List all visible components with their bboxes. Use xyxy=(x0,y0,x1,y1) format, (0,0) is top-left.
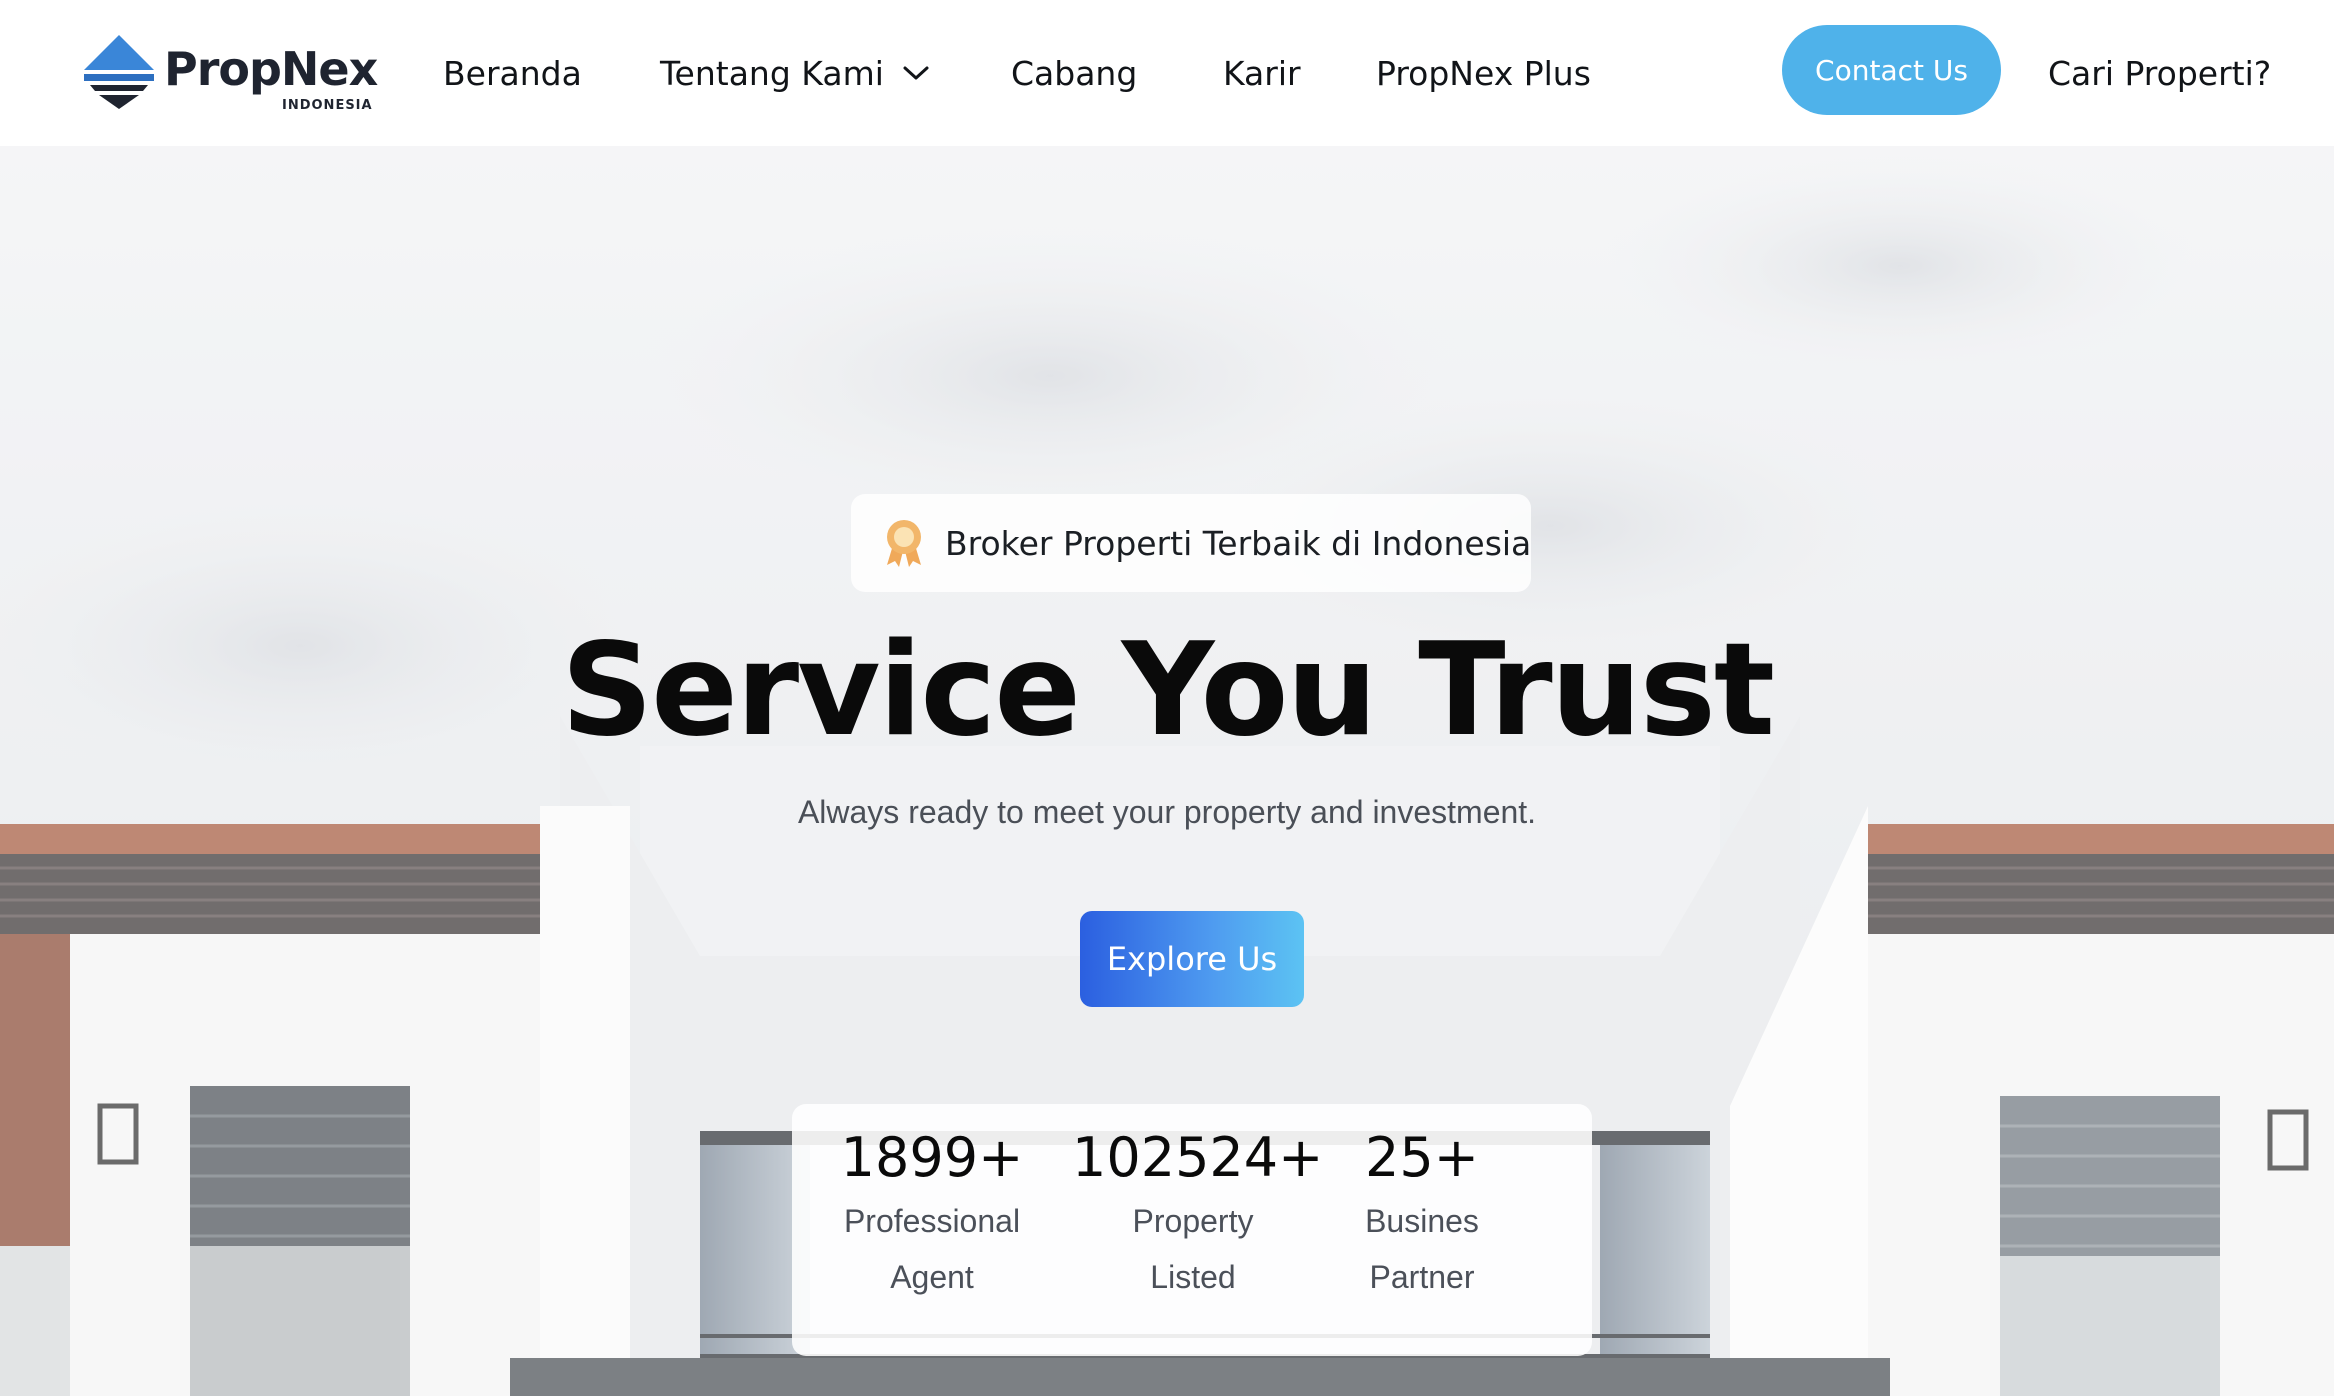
explore-us-button[interactable]: Explore Us xyxy=(1080,911,1304,1007)
nav-cabang[interactable]: Cabang xyxy=(1011,54,1137,93)
stat-label-line1: Property xyxy=(1132,1203,1254,1239)
propnex-logo[interactable]: PropNex INDONESIA xyxy=(82,28,382,114)
nav-tentang-kami[interactable]: Tentang Kami xyxy=(660,54,930,93)
navbar: PropNex INDONESIA Beranda Tentang Kami C… xyxy=(0,0,2334,146)
cari-properti-link[interactable]: Cari Properti? xyxy=(2048,0,2271,146)
stat-business-partner: 25+ Busines Partner xyxy=(1332,1104,1512,1356)
nav-propnex-plus[interactable]: PropNex Plus xyxy=(1376,54,1591,93)
stat-label-line1: Busines xyxy=(1365,1203,1479,1239)
nav-beranda-label: Beranda xyxy=(443,53,582,93)
nav-propnex-plus-label: PropNex Plus xyxy=(1376,53,1591,93)
award-ribbon-icon xyxy=(883,517,925,569)
hero-section: Broker Properti Terbaik di Indonesia Ser… xyxy=(0,146,2334,1396)
stat-label-line2: Agent xyxy=(890,1259,974,1295)
award-badge-text: Broker Properti Terbaik di Indonesia xyxy=(945,523,1532,563)
nav-karir[interactable]: Karir xyxy=(1223,54,1301,93)
stat-professional-agent: 1899+ Professional Agent xyxy=(812,1104,1052,1356)
hero-subheadline: Always ready to meet your property and i… xyxy=(797,794,1537,830)
propnex-diamond-icon xyxy=(84,35,154,109)
nav-cabang-label: Cabang xyxy=(1011,53,1138,93)
stats-panel: 1899+ Professional Agent 102524+ Propert… xyxy=(792,1104,1592,1356)
stat-value: 102524+ xyxy=(1072,1126,1324,1189)
hero-headline: Service You Trust xyxy=(560,616,1775,765)
stat-label-line2: Listed xyxy=(1150,1259,1236,1295)
brand-subtitle: INDONESIA xyxy=(282,98,373,113)
stat-label-line2: Partner xyxy=(1369,1259,1475,1295)
nav-tentang-kami-label: Tentang Kami xyxy=(660,53,884,93)
stat-label-line1: Professional xyxy=(843,1203,1021,1239)
stat-property-listed: 102524+ Property Listed xyxy=(1072,1104,1324,1356)
nav-karir-label: Karir xyxy=(1223,53,1301,93)
stat-value: 25+ xyxy=(1365,1126,1479,1189)
contact-us-button[interactable]: Contact Us xyxy=(1782,25,2001,115)
award-badge: Broker Properti Terbaik di Indonesia xyxy=(851,494,1531,592)
stat-value: 1899+ xyxy=(840,1126,1024,1189)
brand-name: PropNex xyxy=(164,42,378,96)
chevron-down-icon xyxy=(902,64,930,82)
nav-beranda[interactable]: Beranda xyxy=(443,54,582,93)
